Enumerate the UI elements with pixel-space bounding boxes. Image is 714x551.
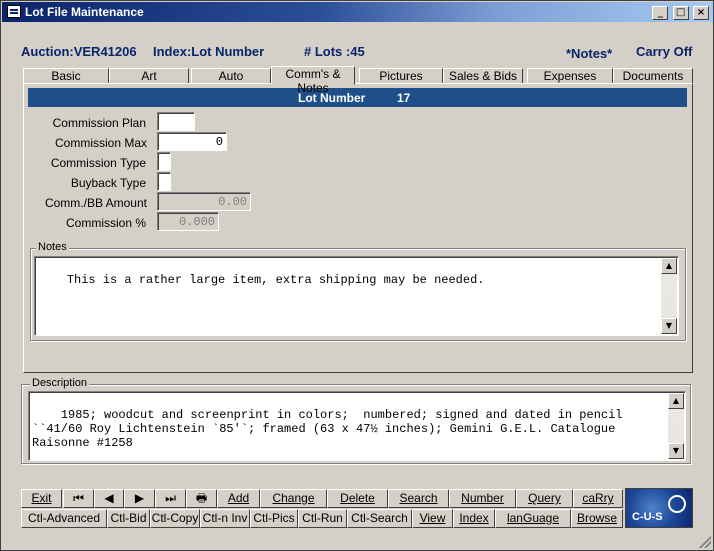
previous-record-icon[interactable]: ◀ bbox=[94, 489, 124, 508]
next-record-icon[interactable]: ▶ bbox=[124, 489, 155, 508]
search-button[interactable]: Search bbox=[388, 489, 449, 508]
comm-bb-amount-label: Comm./BB Amount bbox=[44, 196, 147, 210]
app-icon bbox=[7, 5, 21, 18]
browse-button[interactable]: Browse bbox=[571, 509, 623, 528]
close-button[interactable]: × bbox=[693, 6, 709, 20]
notes-flag: *Notes* bbox=[566, 46, 613, 61]
maximize-button[interactable]: □ bbox=[672, 6, 689, 20]
notes-textarea[interactable]: This is a rather large item, extra shipp… bbox=[34, 256, 679, 336]
tab-art[interactable]: Art bbox=[109, 68, 189, 84]
notes-label: Notes bbox=[36, 241, 69, 253]
last-record-icon[interactable]: ⏭ bbox=[155, 489, 186, 508]
tab-pictures[interactable]: Pictures bbox=[359, 68, 443, 84]
print-icon[interactable]: 🖶 bbox=[186, 489, 217, 508]
notes-scrollbar[interactable]: ▲ ▼ bbox=[661, 258, 677, 334]
globe-icon bbox=[668, 495, 686, 513]
ctl-n-inv-button[interactable]: Ctl-n Inv bbox=[200, 509, 250, 528]
description-label: Description bbox=[30, 377, 90, 389]
tab-auto[interactable]: Auto bbox=[191, 68, 271, 84]
commission-max-field[interactable]: 0 bbox=[157, 132, 227, 151]
tab-bar: Basic Art Auto Comm's & Notes Pictures S… bbox=[23, 66, 693, 95]
title-bar[interactable]: Lot File Maintenance _ □ × bbox=[2, 2, 713, 22]
minimize-button[interactable]: _ bbox=[652, 6, 669, 20]
carry-status: Carry Off bbox=[636, 44, 693, 59]
tab-documents[interactable]: Documents bbox=[613, 68, 693, 84]
commission-max-label: Commission Max bbox=[54, 136, 147, 150]
description-scrollbar[interactable]: ▲ ▼ bbox=[668, 393, 684, 459]
tab-sales-bids[interactable]: Sales & Bids bbox=[443, 68, 523, 84]
add-button[interactable]: Add bbox=[217, 489, 260, 508]
number-button[interactable]: Number bbox=[449, 489, 516, 508]
scroll-up-icon[interactable]: ▲ bbox=[661, 258, 677, 274]
buyback-type-field[interactable] bbox=[157, 172, 171, 191]
lot-file-maintenance-window: Lot File Maintenance _ □ × Auction:VER41… bbox=[0, 0, 714, 551]
index-button[interactable]: Index bbox=[453, 509, 495, 528]
ctl-pics-button[interactable]: Ctl-Pics bbox=[250, 509, 298, 528]
commission-plan-field[interactable] bbox=[157, 112, 195, 131]
notes-text: This is a rather large item, extra shipp… bbox=[66, 273, 485, 287]
description-text: 1985; woodcut and screenprint in colors;… bbox=[32, 408, 630, 450]
view-button[interactable]: View bbox=[412, 509, 453, 528]
change-button[interactable]: Change bbox=[260, 489, 327, 508]
cus-logo: C-U-S bbox=[625, 488, 693, 528]
ctl-run-button[interactable]: Ctl-Run bbox=[298, 509, 347, 528]
commission-plan-label: Commission Plan bbox=[52, 116, 146, 130]
ctl-advanced-button[interactable]: Ctl-Advanced bbox=[21, 509, 107, 528]
commission-pct-label: Commission % bbox=[65, 216, 146, 230]
logo-text: C-U-S bbox=[632, 511, 663, 523]
scroll-up-icon[interactable]: ▲ bbox=[668, 393, 684, 409]
description-textarea[interactable]: 1985; woodcut and screenprint in colors;… bbox=[28, 391, 686, 461]
commission-type-field[interactable] bbox=[157, 152, 171, 171]
tab-expenses[interactable]: Expenses bbox=[527, 68, 613, 84]
ctl-copy-button[interactable]: Ctl-Copy bbox=[150, 509, 200, 528]
scroll-down-icon[interactable]: ▼ bbox=[668, 443, 684, 459]
lot-number-value: 17 bbox=[397, 91, 411, 105]
index-label: Index:Lot Number bbox=[153, 44, 265, 59]
delete-button[interactable]: Delete bbox=[327, 489, 388, 508]
scroll-down-icon[interactable]: ▼ bbox=[661, 318, 677, 334]
ctl-search-button[interactable]: Ctl-Search bbox=[347, 509, 412, 528]
lot-count-label: # Lots :45 bbox=[304, 44, 365, 59]
comm-bb-amount-field: 0.00 bbox=[157, 192, 251, 211]
language-button[interactable]: lanGuage bbox=[495, 509, 571, 528]
exit-button[interactable]: Exit bbox=[21, 489, 62, 508]
lot-number-bar: Lot Number 17 bbox=[28, 88, 687, 107]
resize-grip-icon[interactable] bbox=[699, 536, 711, 548]
auction-label: Auction:VER41206 bbox=[21, 44, 137, 59]
commission-pct-field: 0.000 bbox=[157, 212, 219, 231]
window-title: Lot File Maintenance bbox=[25, 5, 144, 19]
carry-button[interactable]: caRry bbox=[573, 489, 623, 508]
tab-comms-notes[interactable]: Comm's & Notes bbox=[271, 66, 355, 95]
tab-basic[interactable]: Basic bbox=[23, 68, 109, 84]
ctl-bid-button[interactable]: Ctl-Bid bbox=[107, 509, 150, 528]
buyback-type-label: Buyback Type bbox=[70, 176, 146, 190]
commission-type-label: Commission Type bbox=[50, 156, 146, 170]
query-button[interactable]: Query bbox=[516, 489, 573, 508]
first-record-icon[interactable]: ⏮ bbox=[63, 489, 94, 508]
